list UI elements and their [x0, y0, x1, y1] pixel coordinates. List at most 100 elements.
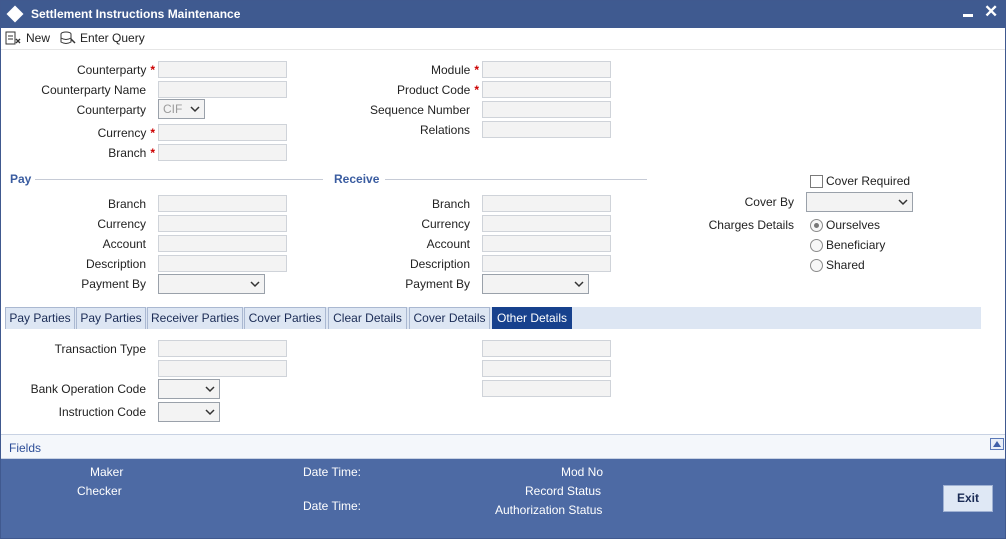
tab-pay-parties-2[interactable]: Pay Parties: [76, 307, 146, 329]
branch-label: Branch *: [21, 146, 155, 160]
cover-by-select[interactable]: [806, 192, 913, 212]
required-marker: *: [474, 63, 479, 77]
relations-label: Relations: [419, 123, 470, 137]
tab-cover-parties[interactable]: Cover Parties: [244, 307, 326, 329]
fields-link[interactable]: Fields: [9, 441, 41, 455]
audit-bar: Maker Checker Date Time: Date Time: Mod …: [1, 459, 1005, 538]
bank-operation-code-label: Bank Operation Code: [30, 382, 146, 396]
branch-field[interactable]: [158, 144, 287, 161]
chevron-down-icon: [574, 281, 584, 288]
product-code-field[interactable]: [482, 81, 611, 98]
beneficiary-radio[interactable]: [810, 239, 823, 252]
instruction-code-select[interactable]: [158, 402, 220, 422]
tab-cover-details[interactable]: Cover Details: [409, 307, 490, 329]
new-button-label: New: [26, 31, 51, 45]
branch-label-text: Branch: [108, 146, 147, 160]
diamond-logo-icon: [6, 5, 24, 23]
fields-bar: Fields: [1, 434, 1005, 459]
currency-label: Currency *: [21, 126, 155, 140]
module-label: Module *: [341, 63, 479, 77]
counterparty-type-select[interactable]: CIF: [158, 99, 205, 119]
transaction-type-field-2[interactable]: [158, 360, 287, 377]
pay-branch-label: Branch: [107, 197, 146, 211]
ourselves-label: Ourselves: [826, 218, 881, 232]
minimize-icon[interactable]: [963, 14, 973, 17]
chevron-down-icon: [898, 199, 908, 206]
tab-clear-details[interactable]: Clear Details: [328, 307, 407, 329]
shared-label: Shared: [826, 258, 865, 272]
required-marker: *: [150, 63, 155, 77]
tab-strip: Pay Parties Pay Parties Receiver Parties…: [5, 307, 981, 329]
close-icon[interactable]: ✕: [984, 3, 998, 21]
cover-by-label: Cover By: [744, 195, 794, 209]
toolbar: New Enter Query: [1, 28, 1005, 50]
enter-query-label: Enter Query: [80, 31, 145, 45]
new-document-icon: [5, 31, 21, 45]
other-details-field-1[interactable]: [482, 340, 611, 357]
receive-description-field[interactable]: [482, 255, 611, 272]
receive-currency-field[interactable]: [482, 215, 611, 232]
other-details-field-3[interactable]: [482, 380, 611, 397]
new-button[interactable]: New: [5, 28, 50, 48]
beneficiary-label: Beneficiary: [826, 238, 886, 252]
receive-payment-by-label: Payment By: [405, 277, 470, 291]
receive-currency-label: Currency: [421, 217, 470, 231]
counterparty-field[interactable]: [158, 61, 287, 78]
transaction-type-field[interactable]: [158, 340, 287, 357]
counterparty-type-value: CIF: [163, 102, 183, 116]
title-bar: Settlement Instructions Maintenance ✕: [1, 1, 1005, 28]
pay-section-title: Pay: [10, 172, 32, 186]
module-label-text: Module: [430, 63, 471, 77]
counterparty-name-field[interactable]: [158, 81, 287, 98]
required-marker: *: [150, 126, 155, 140]
receive-section-title: Receive: [334, 172, 380, 186]
counterparty-name-label: Counterparty Name: [41, 83, 146, 97]
pay-description-field[interactable]: [158, 255, 287, 272]
other-details-field-2[interactable]: [482, 360, 611, 377]
sequence-number-field[interactable]: [482, 101, 611, 118]
record-status-label: Record Status: [525, 484, 602, 498]
receive-account-label: Account: [426, 237, 470, 251]
pay-payment-by-select[interactable]: [158, 274, 265, 294]
currency-label-text: Currency: [97, 126, 147, 140]
required-marker: *: [474, 83, 479, 97]
receive-payment-by-select[interactable]: [482, 274, 589, 294]
collapse-up-icon[interactable]: [990, 438, 1004, 450]
cover-required-checkbox[interactable]: [810, 175, 823, 188]
pay-divider: [35, 179, 323, 180]
pay-currency-field[interactable]: [158, 215, 287, 232]
currency-field[interactable]: [158, 124, 287, 141]
counterparty-label: Counterparty *: [21, 63, 155, 77]
pay-branch-field[interactable]: [158, 195, 287, 212]
receive-description-label: Description: [409, 257, 470, 271]
counterparty-type-label: Counterparty: [76, 103, 146, 117]
pay-account-field[interactable]: [158, 235, 287, 252]
cover-required-label: Cover Required: [826, 174, 911, 188]
instruction-code-label: Instruction Code: [58, 405, 146, 419]
enter-query-button[interactable]: Enter Query: [59, 28, 145, 48]
bank-operation-code-select[interactable]: [158, 379, 220, 399]
ourselves-radio[interactable]: [810, 219, 823, 232]
exit-button[interactable]: Exit: [943, 485, 993, 512]
required-marker: *: [150, 146, 155, 160]
module-field[interactable]: [482, 61, 611, 78]
counterparty-label-text: Counterparty: [76, 63, 147, 77]
tab-other-details[interactable]: Other Details: [492, 307, 572, 329]
pay-account-label: Account: [102, 237, 146, 251]
receive-divider: [385, 179, 647, 180]
charges-details-label: Charges Details: [708, 218, 794, 232]
relations-field[interactable]: [482, 121, 611, 138]
receive-account-field[interactable]: [482, 235, 611, 252]
tab-receiver-parties[interactable]: Receiver Parties: [147, 307, 243, 329]
pay-description-label: Description: [85, 257, 146, 271]
maker-label: Maker: [90, 465, 124, 479]
receive-branch-field[interactable]: [482, 195, 611, 212]
sequence-number-label: Sequence Number: [369, 103, 470, 117]
window-title: Settlement Instructions Maintenance: [31, 7, 241, 21]
shared-radio[interactable]: [810, 259, 823, 272]
maker-date-time-label: Date Time:: [303, 465, 362, 479]
window: Settlement Instructions Maintenance ✕ Ne…: [0, 0, 1006, 539]
product-code-label: Product Code *: [341, 83, 479, 97]
pay-payment-by-label: Payment By: [81, 277, 146, 291]
tab-pay-parties[interactable]: Pay Parties: [5, 307, 75, 329]
